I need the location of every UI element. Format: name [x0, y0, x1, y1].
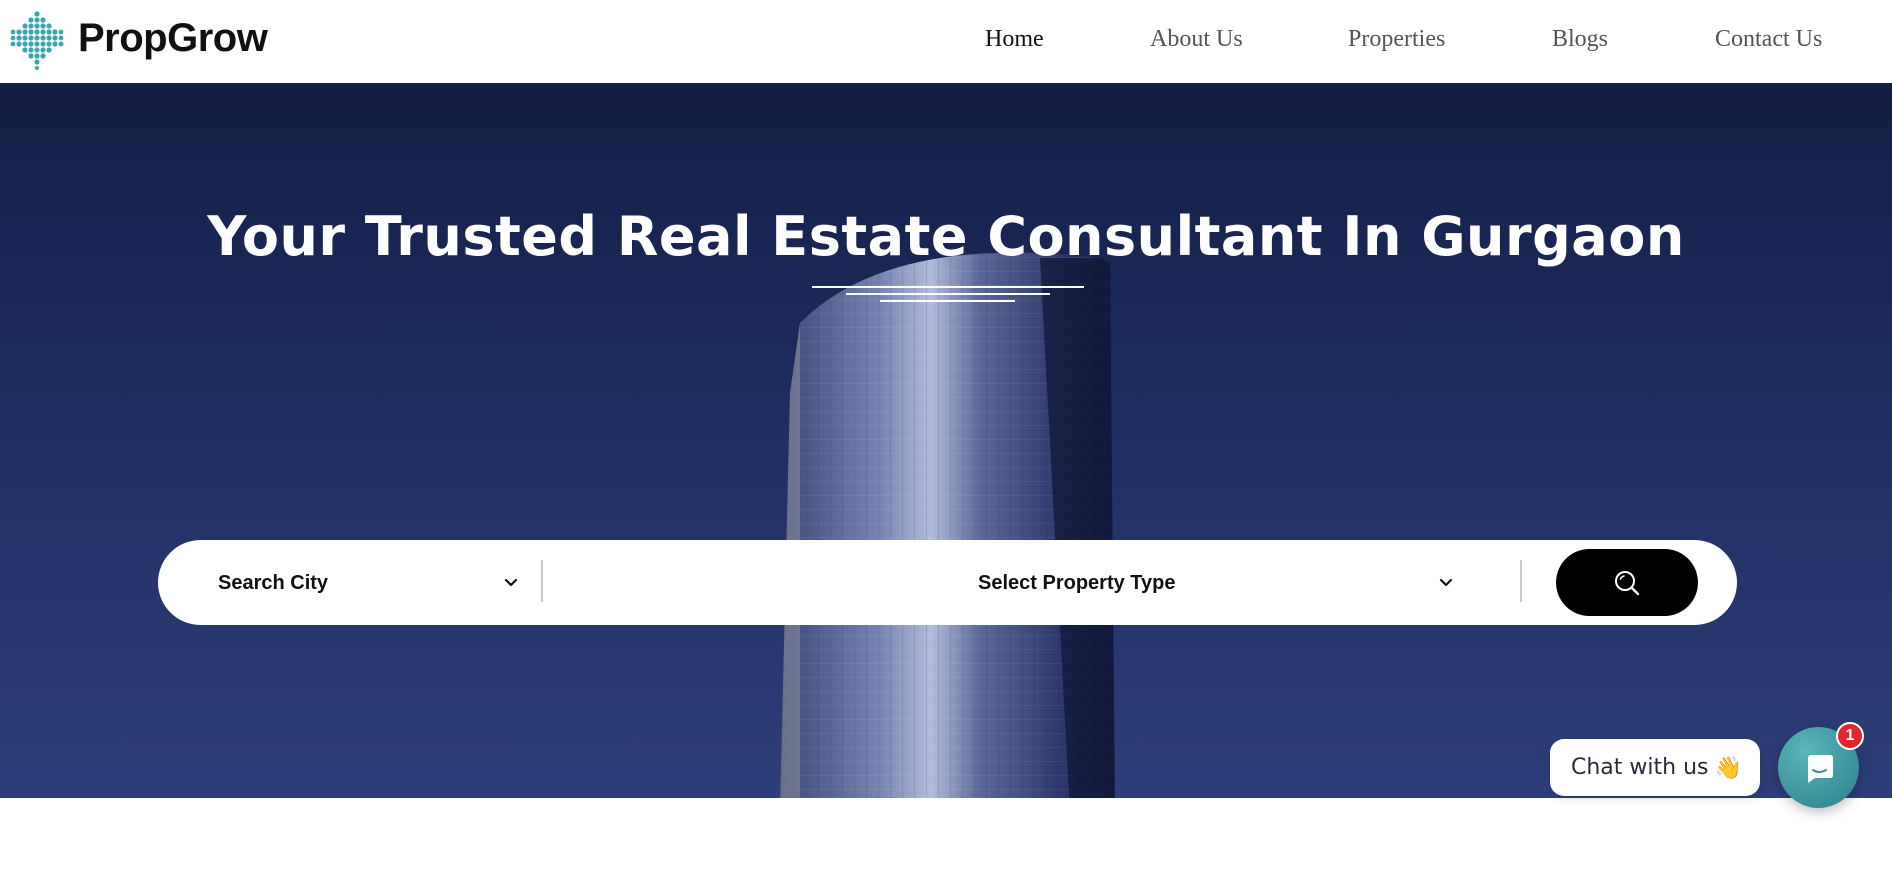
- chevron-down-icon: [1439, 578, 1453, 587]
- property-type-label: Select Property Type: [978, 572, 1176, 594]
- nav-home[interactable]: Home: [985, 26, 1044, 53]
- city-select-label: Search City: [218, 571, 329, 594]
- nav-about-us[interactable]: About Us: [1150, 26, 1243, 53]
- nav-contact-us[interactable]: Contact Us: [1715, 26, 1822, 53]
- notification-badge: 1: [1836, 722, 1864, 750]
- search-icon: [1615, 570, 1640, 595]
- divider: [541, 560, 543, 602]
- title-underline: [0, 293, 1892, 295]
- city-select[interactable]: Search City: [218, 558, 538, 608]
- property-search-bar: Search City Select Property Type: [158, 540, 1737, 625]
- hero-banner: Your Trusted Real Estate Consultant In G…: [0, 83, 1892, 798]
- site-header: PropGrow Home About Us Properties Blogs …: [0, 0, 1892, 83]
- chat-bubble-icon: [1807, 754, 1833, 783]
- property-type-select[interactable]: Select Property Type: [548, 558, 1493, 608]
- main-nav: Home About Us Properties Blogs Contact U…: [0, 26, 1892, 60]
- nav-properties[interactable]: Properties: [1348, 26, 1445, 53]
- waving-hand-icon: 👋: [1714, 754, 1742, 780]
- chevron-down-icon: [504, 578, 518, 587]
- title-underline: [0, 300, 1892, 302]
- divider: [1520, 560, 1522, 602]
- search-button[interactable]: [1556, 549, 1698, 616]
- chat-label: Chat with us: [1571, 755, 1709, 780]
- nav-blogs[interactable]: Blogs: [1552, 26, 1608, 53]
- chat-with-us-prompt[interactable]: Chat with us 👋: [1550, 739, 1760, 796]
- title-underline: [0, 286, 1892, 288]
- hero-title: Your Trusted Real Estate Consultant In G…: [207, 205, 1685, 268]
